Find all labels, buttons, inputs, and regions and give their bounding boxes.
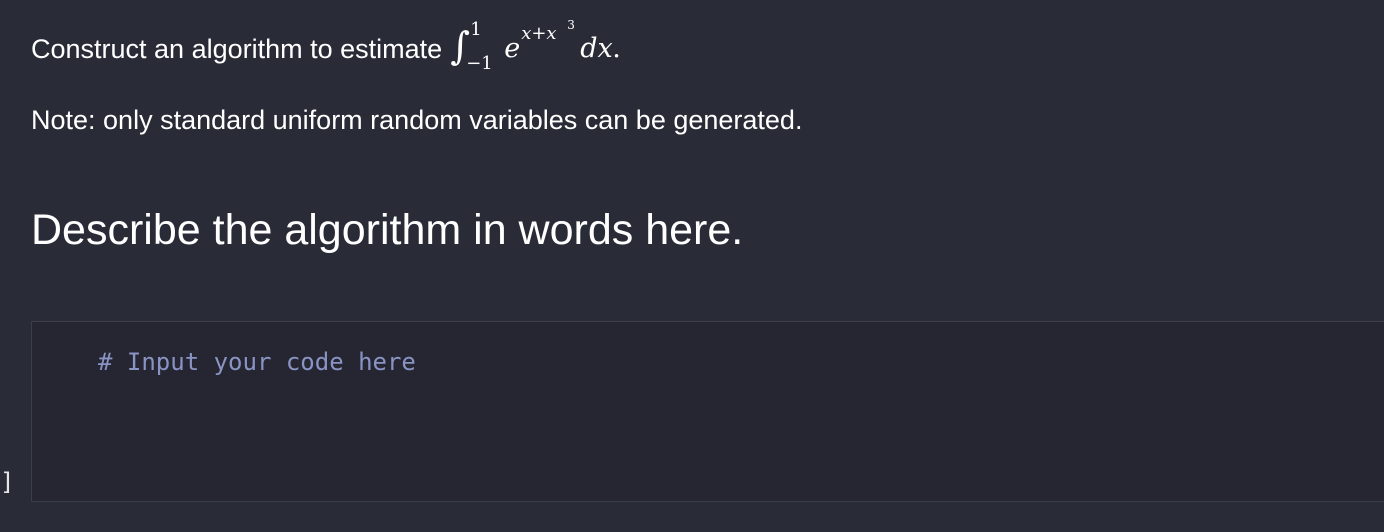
integral-upper-limit: 1 — [470, 19, 482, 40]
exponent-power: 3 — [567, 18, 575, 32]
question-prefix: Construct an algorithm to estimate — [31, 34, 443, 64]
note-text: Note: only standard uniform random varia… — [31, 105, 803, 135]
formula-period: . — [612, 33, 621, 64]
exponent-base: e — [504, 33, 521, 64]
code-comment-line[interactable]: # Input your code here — [98, 347, 416, 377]
question-text: Construct an algorithm to estimate ∫ 1 −1 e x… — [31, 19, 622, 73]
differential: dx — [580, 33, 613, 64]
integral-lower-limit: −1 — [466, 53, 493, 74]
exponent: x+x — [521, 23, 557, 44]
cell-prompt-bracket: ] — [0, 468, 15, 496]
section-heading: Describe the algorithm in words here. — [31, 206, 744, 254]
code-cell-editor[interactable]: # Input your code here — [31, 321, 1384, 502]
integral-formula: ∫ 1 −1 e x+x 3 dx. — [450, 19, 622, 73]
